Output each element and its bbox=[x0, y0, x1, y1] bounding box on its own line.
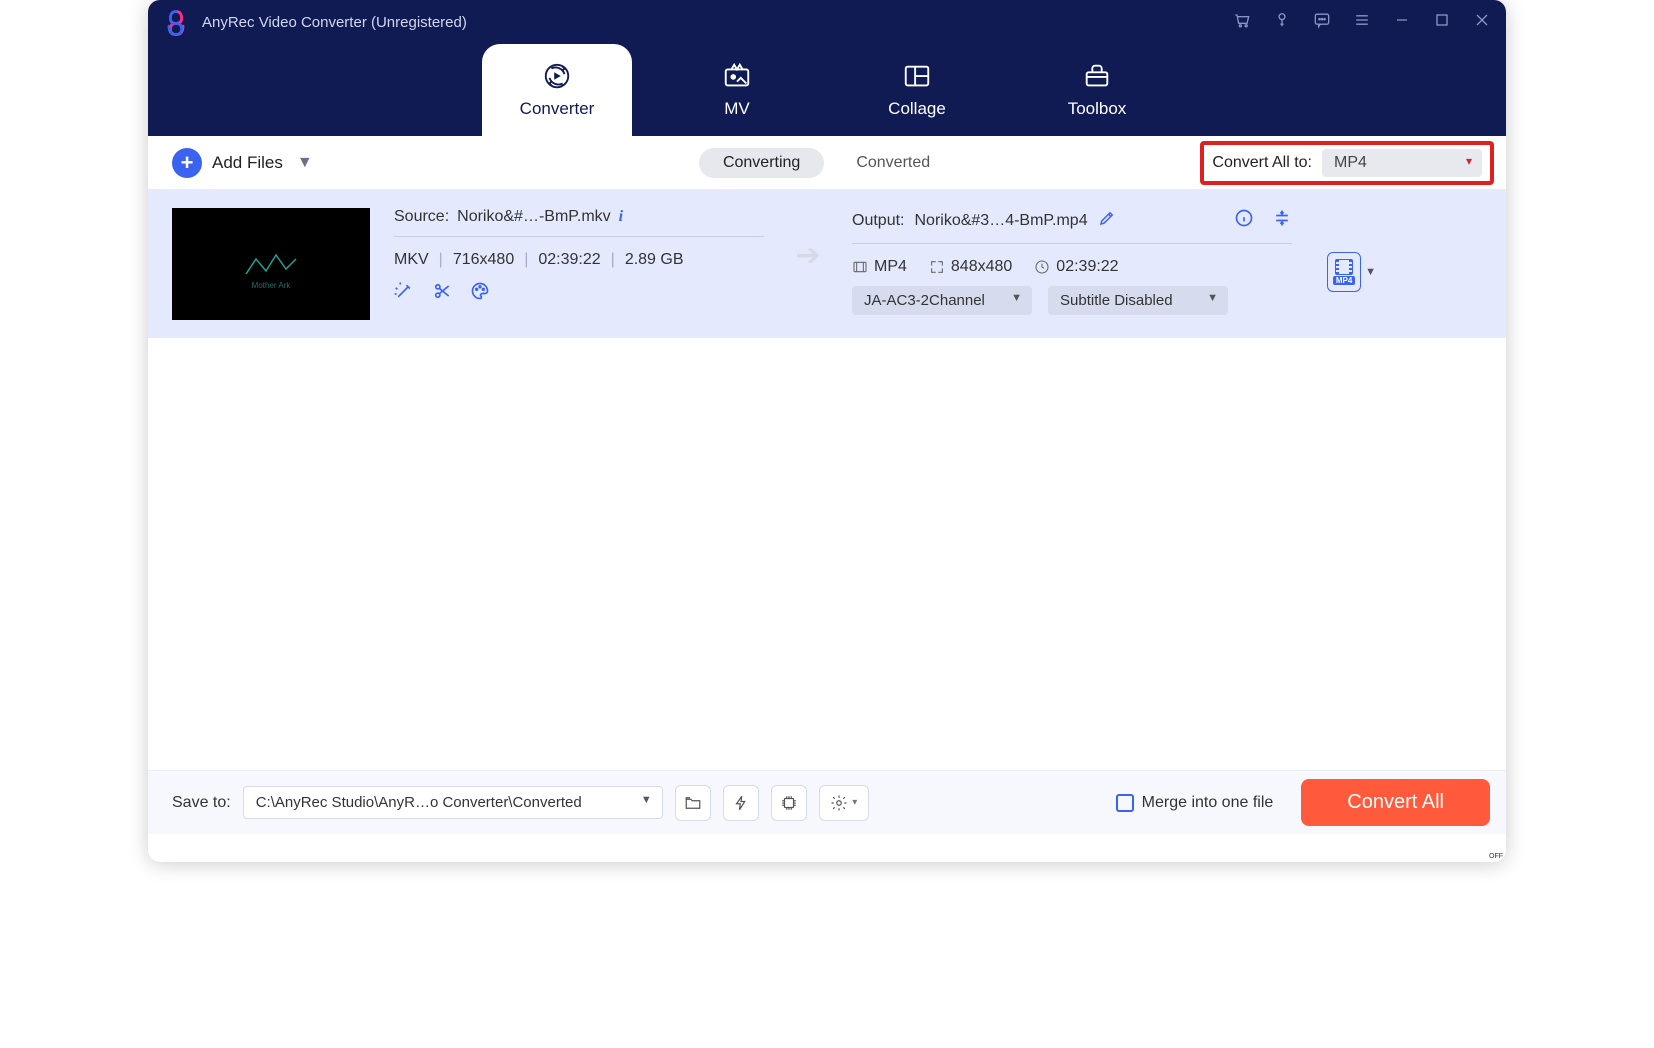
audio-track-select[interactable]: JA-AC3-2Channel bbox=[852, 286, 1032, 315]
output-format-button[interactable]: MP4 ▼ bbox=[1327, 252, 1376, 292]
palette-icon[interactable] bbox=[470, 281, 490, 301]
output-filename: Noriko&#3…4-BmP.mp4 bbox=[914, 212, 1087, 230]
output-duration: 02:39:22 bbox=[1056, 258, 1118, 276]
output-container: MP4 bbox=[874, 258, 907, 276]
settings-button[interactable] bbox=[819, 785, 869, 821]
save-path-select[interactable]: C:\AnyRec Studio\AnyR…o Converter\Conver… bbox=[243, 786, 663, 819]
app-logo bbox=[162, 8, 190, 36]
close-button[interactable] bbox=[1472, 10, 1492, 35]
minimize-button[interactable] bbox=[1392, 10, 1412, 35]
add-files-label: Add Files bbox=[212, 153, 283, 173]
app-title: AnyRec Video Converter (Unregistered) bbox=[202, 14, 467, 31]
output-resolution: 848x480 bbox=[951, 258, 1012, 276]
chevron-down-icon: ▼ bbox=[1365, 266, 1376, 278]
source-meta: MKV| 716x480| 02:39:22| 2.89 GB bbox=[394, 237, 764, 281]
tab-converting[interactable]: Converting bbox=[699, 148, 824, 178]
titlebar: AnyRec Video Converter (Unregistered) bbox=[148, 0, 1506, 44]
source-column: Source: Noriko&#…-BmP.mkv i MKV| 716x480… bbox=[394, 208, 764, 301]
tab-collage[interactable]: Collage bbox=[842, 44, 992, 136]
main-nav: Converter MV Collage Toolbox bbox=[148, 44, 1506, 136]
chevron-down-icon[interactable]: ▼ bbox=[297, 154, 313, 172]
status-tabs: Converting Converted bbox=[699, 148, 954, 178]
menu-icon[interactable] bbox=[1352, 10, 1372, 35]
convert-all-button[interactable]: Convert All bbox=[1301, 779, 1490, 826]
merge-checkbox[interactable]: Merge into one file bbox=[1116, 794, 1274, 812]
tab-label: MV bbox=[724, 99, 750, 119]
output-column: Output: Noriko&#3…4-BmP.mp4 MP4 848x480 … bbox=[852, 208, 1292, 315]
source-prefix: Source: bbox=[394, 208, 449, 226]
compress-icon[interactable] bbox=[1272, 208, 1292, 233]
subtitle-select[interactable]: Subtitle Disabled bbox=[1048, 286, 1228, 315]
edit-name-icon[interactable] bbox=[1098, 209, 1116, 232]
source-container: MKV bbox=[394, 251, 429, 269]
source-info-icon[interactable]: i bbox=[619, 208, 623, 226]
add-files-button[interactable]: + Add Files ▼ bbox=[172, 148, 313, 178]
source-filename: Noriko&#…-BmP.mkv bbox=[457, 208, 611, 226]
footer: Save to: C:\AnyRec Studio\AnyR…o Convert… bbox=[148, 770, 1506, 834]
format-badge-text: MP4 bbox=[1333, 276, 1355, 285]
key-icon[interactable] bbox=[1272, 10, 1292, 35]
tab-toolbox[interactable]: Toolbox bbox=[1022, 44, 1172, 136]
magic-wand-icon[interactable] bbox=[394, 281, 414, 301]
scissors-icon[interactable] bbox=[432, 281, 452, 301]
video-thumbnail[interactable]: Mother Ark bbox=[172, 208, 370, 320]
cart-icon[interactable] bbox=[1232, 10, 1252, 35]
tab-converter[interactable]: Converter bbox=[482, 44, 632, 136]
tab-label: Collage bbox=[888, 99, 946, 119]
checkbox-icon bbox=[1116, 794, 1134, 812]
edit-tools bbox=[394, 281, 764, 301]
toolbar: + Add Files ▼ Converting Converted Conve… bbox=[148, 136, 1506, 190]
tab-label: Toolbox bbox=[1068, 99, 1127, 119]
format-badge-icon: MP4 bbox=[1327, 252, 1361, 292]
maximize-button[interactable] bbox=[1432, 10, 1452, 35]
merge-label: Merge into one file bbox=[1142, 794, 1274, 812]
tab-converted[interactable]: Converted bbox=[832, 148, 954, 178]
file-list: Mother Ark Source: Noriko&#…-BmP.mkv i M… bbox=[148, 190, 1506, 770]
convert-all-format-select[interactable]: MP4 bbox=[1322, 149, 1482, 177]
output-meta: MP4 848x480 02:39:22 bbox=[852, 244, 1292, 286]
convert-all-label: Convert All to: bbox=[1212, 154, 1312, 172]
tab-label: Converter bbox=[520, 99, 595, 119]
plus-icon: + bbox=[172, 148, 202, 178]
source-size: 2.89 GB bbox=[625, 251, 684, 269]
source-duration: 02:39:22 bbox=[538, 251, 600, 269]
feedback-icon[interactable] bbox=[1312, 10, 1332, 35]
source-resolution: 716x480 bbox=[453, 251, 514, 269]
open-folder-button[interactable] bbox=[675, 785, 711, 821]
output-info-icon[interactable] bbox=[1234, 208, 1254, 233]
output-prefix: Output: bbox=[852, 212, 904, 230]
tab-mv[interactable]: MV bbox=[662, 44, 812, 136]
gpu-accel-button[interactable]: OFF bbox=[771, 785, 807, 821]
convert-all-format-highlight: Convert All to: MP4 bbox=[1200, 141, 1494, 185]
thumb-text: Mother Ark bbox=[252, 281, 291, 290]
file-item: Mother Ark Source: Noriko&#…-BmP.mkv i M… bbox=[148, 190, 1506, 338]
arrow-icon: ➔ bbox=[788, 208, 828, 273]
hardware-accel-button[interactable]: OFF bbox=[723, 785, 759, 821]
save-to-label: Save to: bbox=[172, 794, 231, 812]
